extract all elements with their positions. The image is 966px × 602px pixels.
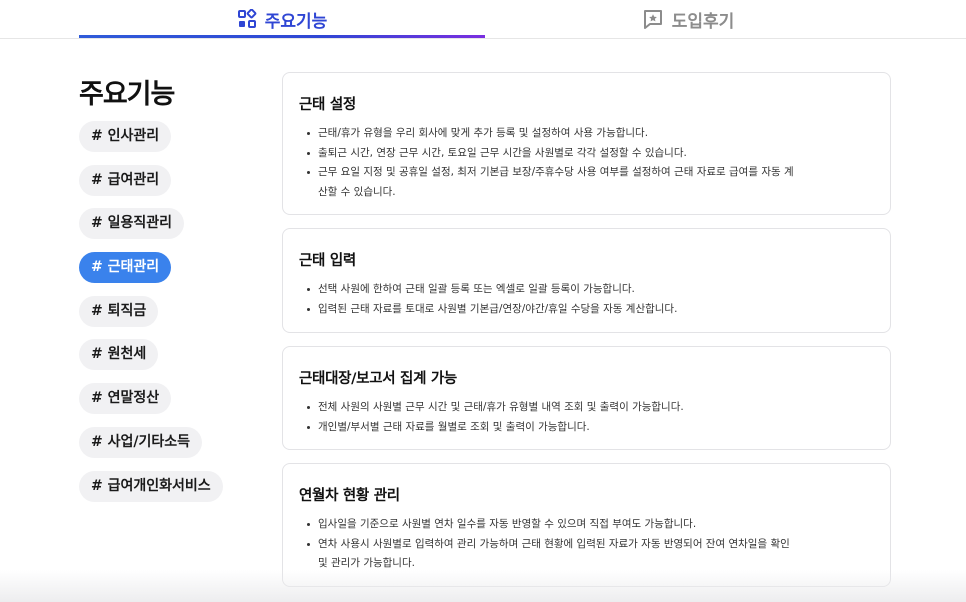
chip-year-end-tax[interactable]: # 연말정산 xyxy=(79,383,172,415)
feature-card-annual-leave: 연월차 현황 관리 입사일을 기준으로 사원별 연차 일수를 자동 반영할 수 … xyxy=(282,463,891,587)
chip-hr[interactable]: # 인사관리 xyxy=(79,121,172,152)
list-item: 입력된 근태 자료를 토대로 사원별 기본급/연장/야간/휴일 수당을 자동 계… xyxy=(299,300,799,320)
tab-reviews[interactable]: 도입후기 xyxy=(485,0,891,38)
chip-withholding-tax[interactable]: # 원천세 xyxy=(79,339,159,371)
tab-features[interactable]: 주요기능 xyxy=(79,0,485,38)
list-item: 선택 사원에 한하여 근태 일괄 등록 또는 엑셀로 일괄 등록이 가능합니다. xyxy=(299,280,799,300)
list-item: 전체 사원의 사원별 근무 시간 및 근태/휴가 유형별 내역 조회 및 출력이… xyxy=(299,398,799,418)
feature-card-attendance-settings: 근태 설정 근태/휴가 유형을 우리 회사에 맞게 추가 등록 및 설정하여 사… xyxy=(282,72,891,215)
category-chip-list: # 인사관리 # 급여관리 # 일용직관리 # 근태관리 # 퇴직금 # 원천세… xyxy=(79,121,223,514)
chip-severance[interactable]: # 퇴직금 xyxy=(79,295,159,327)
page-title: 주요기능 xyxy=(79,79,175,110)
chip-payroll-personalization[interactable]: # 급여개인화서비스 xyxy=(79,470,223,502)
tab-reviews-label: 도입후기 xyxy=(671,11,735,32)
top-tab-bar: 주요기능 도입후기 xyxy=(0,0,966,39)
chip-payroll[interactable]: # 급여관리 xyxy=(79,164,172,196)
feature-card-attendance-report: 근태대장/보고서 집계 가능 전체 사원의 사원별 근무 시간 및 근태/휴가 … xyxy=(282,346,891,450)
list-item: 입사일을 기준으로 사원별 연차 일수를 자동 반영할 수 있으며 직접 부여도… xyxy=(299,515,799,535)
chip-attendance[interactable]: # 근태관리 xyxy=(79,252,172,284)
chip-daily-worker[interactable]: # 일용직관리 xyxy=(79,208,185,240)
card-title: 근태 설정 xyxy=(299,97,356,113)
card-title: 근태대장/보고서 집계 가능 xyxy=(299,371,457,387)
list-item: 근무 요일 지정 및 공휴일 설정, 최저 기본급 보장/주휴수당 사용 여부를… xyxy=(299,163,799,202)
list-item: 연차 사용시 사원별로 입력하여 관리 가능하며 근태 현황에 입력된 자료가 … xyxy=(299,535,799,574)
list-item: 개인별/부서별 근태 자료를 월별로 조회 및 출력이 가능합니다. xyxy=(299,418,799,438)
tab-features-label: 주요기능 xyxy=(264,11,328,32)
card-title: 근태 입력 xyxy=(299,253,356,269)
list-item: 출퇴근 시간, 연장 근무 시간, 토요일 근무 시간을 사원별로 각각 설정할… xyxy=(299,144,799,164)
list-item: 근태/휴가 유형을 우리 회사에 맞게 추가 등록 및 설정하여 사용 가능합니… xyxy=(299,124,799,144)
review-star-chat-icon xyxy=(642,8,664,30)
chip-business-income[interactable]: # 사업/기타소득 xyxy=(79,426,202,458)
card-title: 연월차 현황 관리 xyxy=(299,488,400,504)
feature-grid-icon xyxy=(237,9,257,29)
active-tab-underline xyxy=(79,35,485,38)
feature-card-attendance-input: 근태 입력 선택 사원에 한하여 근태 일괄 등록 또는 엑셀로 일괄 등록이 … xyxy=(282,228,891,333)
